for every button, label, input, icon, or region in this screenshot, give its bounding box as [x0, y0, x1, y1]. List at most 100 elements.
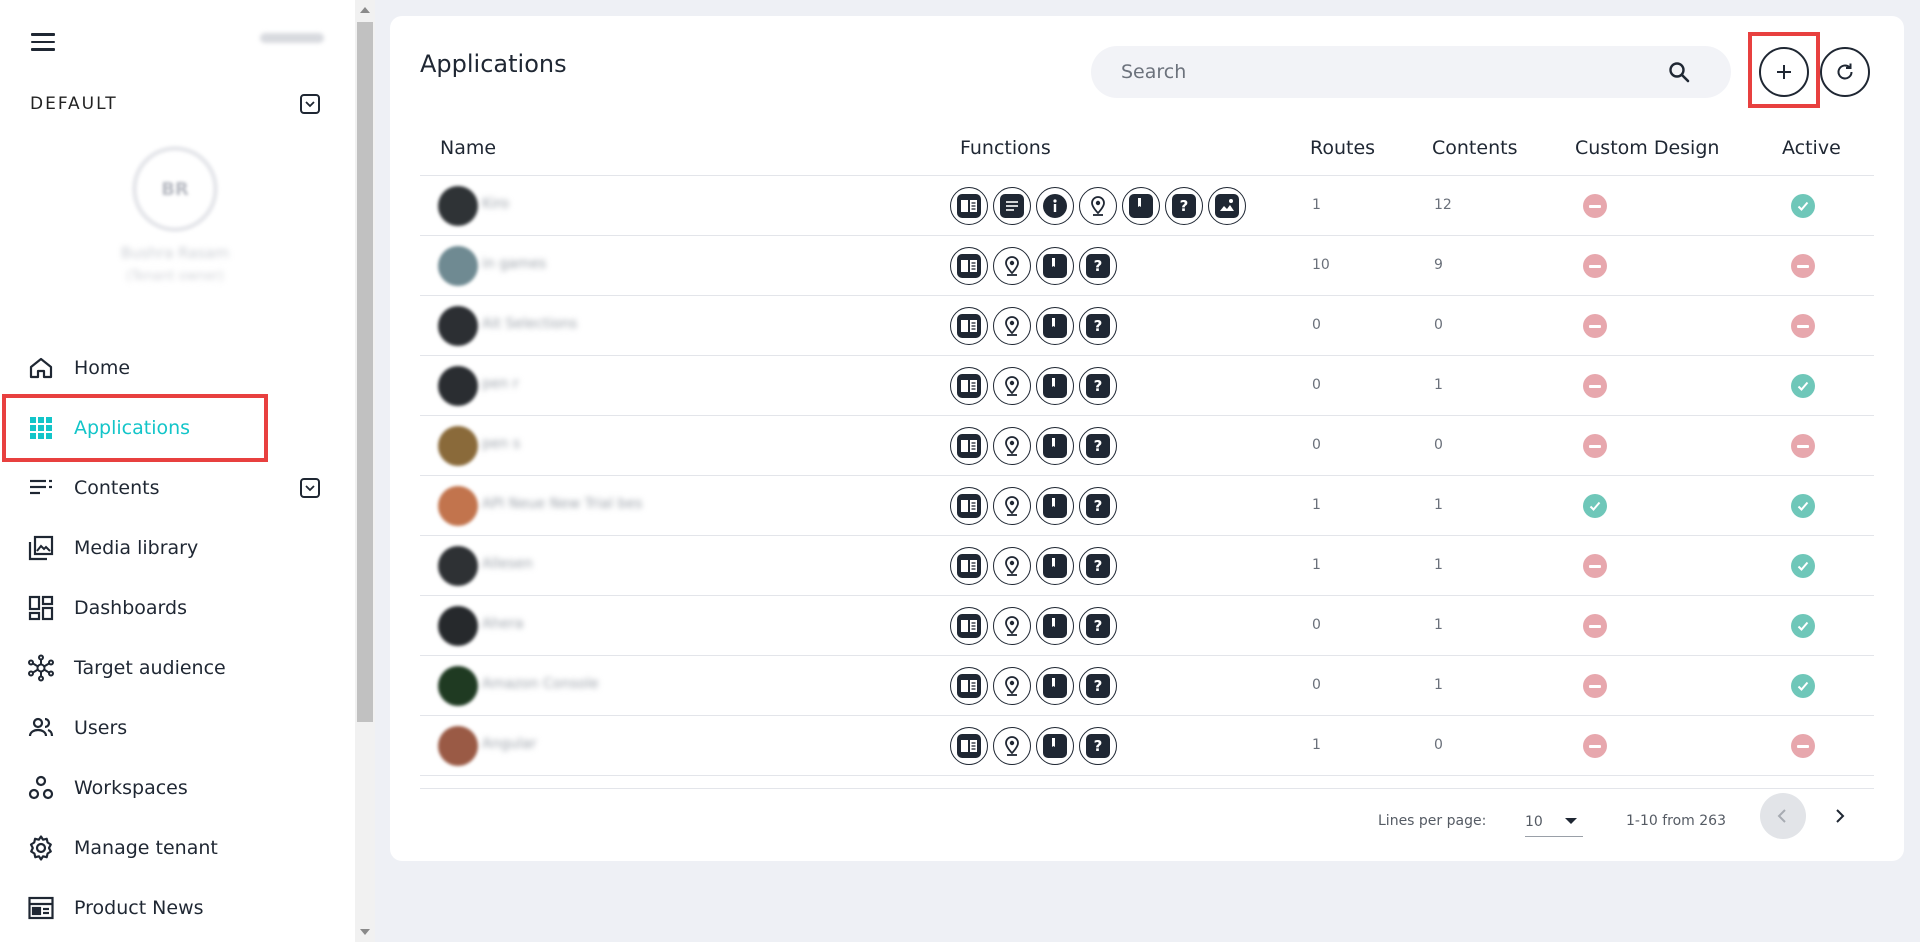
sidebar-item-workspaces[interactable]: Workspaces	[0, 758, 355, 818]
previous-page-button[interactable]	[1760, 793, 1806, 839]
user-role: (Tenant owner)	[126, 269, 224, 284]
sidebar-item-label: Media library	[74, 537, 199, 559]
column-header-contents[interactable]: Contents	[1432, 137, 1517, 159]
contents-count: 0	[1434, 317, 1443, 333]
check-icon	[1791, 194, 1815, 218]
sidebar-item-label: Target audience	[74, 657, 226, 679]
contents-count: 1	[1434, 677, 1443, 693]
help-icon: ?	[1079, 307, 1117, 345]
sidebar-item-manage-tenant[interactable]: Manage tenant	[0, 818, 355, 878]
minus-icon	[1791, 254, 1815, 278]
workspaces-icon	[26, 773, 56, 803]
routes-count: 1	[1312, 737, 1321, 753]
app-name[interactable]: Allesen	[482, 556, 533, 572]
bookmark-icon	[1036, 367, 1074, 405]
table-row[interactable]: pen r? 0 1	[420, 356, 1874, 416]
book-icon	[950, 487, 988, 525]
sidebar-item-target-audience[interactable]: Target audience	[0, 638, 355, 698]
chevron-down-icon	[305, 100, 315, 107]
check-icon	[1791, 374, 1815, 398]
next-page-button[interactable]	[1816, 793, 1862, 839]
location-icon	[1079, 187, 1117, 225]
sidebar-item-home[interactable]: Home	[0, 338, 355, 398]
sidebar-item-product-news[interactable]: Product News	[0, 878, 355, 938]
app-name[interactable]: Ahera	[482, 616, 523, 632]
workspace-label: DEFAULT	[30, 94, 118, 114]
book-icon	[950, 607, 988, 645]
app-name[interactable]: Ait Selections	[482, 316, 577, 332]
book-icon	[950, 247, 988, 285]
app-name[interactable]: Amazon Console	[482, 676, 599, 692]
contents-count: 1	[1434, 377, 1443, 393]
book-icon	[950, 187, 988, 225]
book-icon	[950, 547, 988, 585]
refresh-button[interactable]	[1820, 47, 1870, 97]
sidebar-item-applications[interactable]: Applications	[2, 394, 268, 462]
lines-per-page-select[interactable]: 10	[1525, 807, 1583, 837]
column-header-custom-design[interactable]: Custom Design	[1575, 137, 1719, 159]
app-name[interactable]: in games	[482, 256, 546, 272]
routes-count: 10	[1312, 257, 1330, 273]
table-row[interactable]: Kiro? 1 12	[420, 176, 1874, 236]
refresh-icon	[1837, 63, 1853, 80]
scroll-down-icon[interactable]	[360, 929, 370, 935]
menu-icon[interactable]	[31, 33, 55, 51]
table-row[interactable]: Allesen? 1 1	[420, 536, 1874, 596]
sidebar-item-label: Product News	[74, 897, 204, 919]
search-input[interactable]	[1121, 61, 1661, 83]
minus-icon	[1791, 314, 1815, 338]
table-row[interactable]: API Neue New Trial bes? 1 1	[420, 476, 1874, 536]
caret-down-icon	[1565, 818, 1577, 824]
book-icon	[950, 367, 988, 405]
sidebar-nav: Home Applications Contents Media library…	[0, 338, 355, 938]
grid-icon	[26, 413, 56, 443]
help-icon: ?	[1079, 247, 1117, 285]
sidebar-item-contents[interactable]: Contents	[0, 458, 355, 518]
app-name[interactable]: Angular	[482, 736, 536, 752]
table-row[interactable]: Ait Selections? 0 0	[420, 296, 1874, 356]
bookmark-icon	[1036, 667, 1074, 705]
routes-count: 0	[1312, 437, 1321, 453]
check-icon	[1791, 674, 1815, 698]
sidebar-item-media-library[interactable]: Media library	[0, 518, 355, 578]
table-row[interactable]: Ahera? 0 1	[420, 596, 1874, 656]
check-icon	[1583, 494, 1607, 518]
bookmark-icon	[1036, 547, 1074, 585]
workspace-dropdown-button[interactable]	[300, 94, 320, 114]
page-title: Applications	[420, 50, 567, 78]
table-row[interactable]: Angular? 1 0	[420, 716, 1874, 776]
app-name[interactable]: pen s	[482, 436, 520, 452]
table-row[interactable]: Amazon Console? 0 1	[420, 656, 1874, 716]
location-icon	[993, 547, 1031, 585]
app-name[interactable]: API Neue New Trial bes	[482, 496, 642, 512]
column-header-name[interactable]: Name	[440, 137, 496, 159]
applications-table: Name Functions Routes Contents Custom De…	[420, 122, 1874, 776]
book-icon	[950, 727, 988, 765]
functions-list: ?	[950, 547, 1117, 585]
search-icon[interactable]	[1667, 60, 1691, 84]
column-header-functions[interactable]: Functions	[960, 137, 1051, 159]
sidebar-item-users[interactable]: Users	[0, 698, 355, 758]
home-icon	[26, 353, 56, 383]
routes-count: 0	[1312, 677, 1321, 693]
contents-expand-button[interactable]	[300, 478, 320, 498]
contents-count: 0	[1434, 437, 1443, 453]
functions-list: ?	[950, 367, 1117, 405]
app-name[interactable]: Kiro	[482, 196, 509, 212]
column-header-routes[interactable]: Routes	[1310, 137, 1375, 159]
add-application-button[interactable]	[1759, 47, 1809, 97]
app-name[interactable]: pen r	[482, 376, 519, 392]
sidebar-item-label: Manage tenant	[74, 837, 218, 859]
scrollbar-thumb[interactable]	[357, 22, 373, 722]
routes-count: 0	[1312, 377, 1321, 393]
scroll-up-icon[interactable]	[360, 7, 370, 13]
avatar: BR	[132, 146, 218, 232]
sidebar-scrollbar[interactable]	[355, 0, 375, 942]
table-row[interactable]: in games? 10 9	[420, 236, 1874, 296]
contents-count: 12	[1434, 197, 1452, 213]
divider	[420, 788, 1874, 789]
minus-icon	[1791, 434, 1815, 458]
table-row[interactable]: pen s? 0 0	[420, 416, 1874, 476]
column-header-active[interactable]: Active	[1782, 137, 1841, 159]
sidebar-item-dashboards[interactable]: Dashboards	[0, 578, 355, 638]
